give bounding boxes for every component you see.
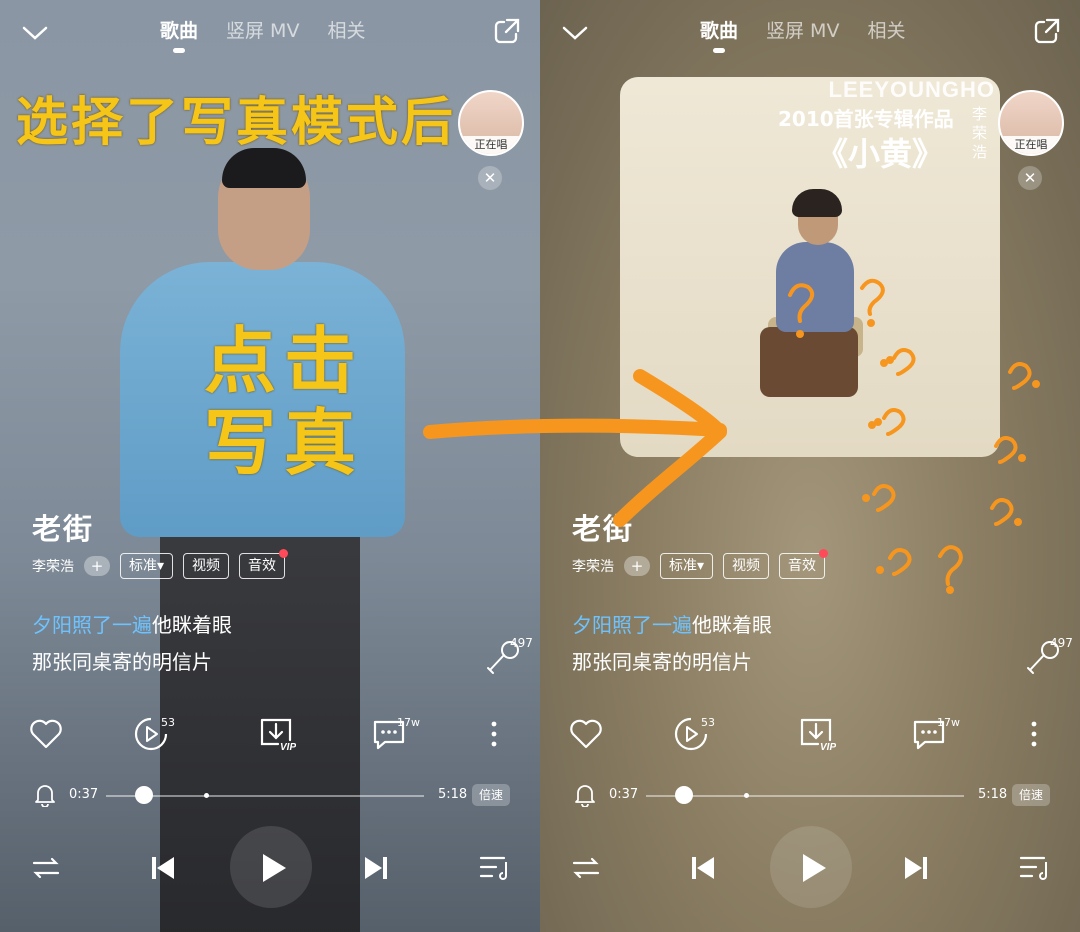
top-bar: 歌曲 竖屏 MV 相关 bbox=[0, 0, 540, 60]
share-icon[interactable] bbox=[1032, 16, 1062, 46]
lyric-next[interactable]: 那张同桌寄的明信片 bbox=[32, 646, 212, 675]
quality-button[interactable]: 标准▾ bbox=[120, 553, 174, 579]
follow-button[interactable]: + bbox=[84, 556, 110, 576]
singing-label: 正在唱 bbox=[460, 136, 522, 154]
heart-icon[interactable] bbox=[26, 714, 66, 754]
tab-vertical-mv[interactable]: 竖屏 MV bbox=[766, 16, 839, 43]
karaoke-count: 497 bbox=[510, 636, 533, 650]
artist-name[interactable]: 李荣浩 bbox=[32, 556, 74, 576]
time-total: 5:18 bbox=[438, 787, 468, 802]
lyric-current[interactable]: 夕阳照了一遍他眯着眼 bbox=[32, 609, 232, 638]
close-icon[interactable]: ✕ bbox=[1018, 166, 1042, 190]
action-row: 53 VIP 17w bbox=[0, 714, 540, 758]
play-icon[interactable] bbox=[792, 848, 832, 888]
annotation-question-marks bbox=[788, 278, 1040, 594]
more-icon[interactable] bbox=[1014, 714, 1054, 754]
top-bar: 歌曲 竖屏 MV 相关 bbox=[540, 0, 1080, 60]
song-title: 老街 bbox=[32, 512, 95, 546]
singing-avatar[interactable]: 正在唱 bbox=[458, 90, 524, 156]
album-figure bbox=[792, 189, 842, 217]
album-title: LEEYOUNGHO bbox=[828, 77, 995, 102]
effect-label: 音效 bbox=[248, 558, 277, 574]
progress-track[interactable] bbox=[106, 795, 424, 797]
lyric-unsung: 他眯着眼 bbox=[152, 613, 232, 637]
annotation-line: 点击 bbox=[204, 319, 365, 403]
speed-button[interactable]: 倍速 bbox=[1012, 784, 1050, 806]
tab-related[interactable]: 相关 bbox=[327, 16, 365, 43]
progress-track[interactable] bbox=[646, 795, 964, 797]
climax-marker bbox=[744, 793, 749, 798]
tab-vertical-mv[interactable]: 竖屏 MV bbox=[226, 16, 299, 43]
time-current: 0:37 bbox=[609, 787, 639, 802]
video-comment-count: 53 bbox=[701, 716, 715, 729]
next-icon[interactable] bbox=[356, 848, 396, 888]
action-row: 53 VIP 17w bbox=[540, 714, 1080, 758]
song-meta: 李荣浩 + 标准▾ 视频 音效 bbox=[32, 549, 289, 579]
speed-button[interactable]: 倍速 bbox=[472, 784, 510, 806]
playlist-icon[interactable] bbox=[1014, 848, 1054, 888]
annotation-line: 写真 bbox=[204, 401, 365, 485]
chevron-down-icon[interactable] bbox=[20, 18, 50, 48]
singing-avatar[interactable]: 正在唱 bbox=[998, 90, 1064, 156]
share-icon[interactable] bbox=[492, 16, 522, 46]
close-icon[interactable]: ✕ bbox=[478, 166, 502, 190]
more-icon[interactable] bbox=[474, 714, 514, 754]
climax-marker bbox=[204, 793, 209, 798]
shuffle-icon[interactable] bbox=[566, 848, 606, 888]
lyric-unsung: 他眯着眼 bbox=[692, 613, 772, 637]
album-name: 《小黄》 bbox=[816, 135, 945, 173]
tab-bar: 歌曲 竖屏 MV 相关 bbox=[160, 16, 365, 53]
bell-icon[interactable] bbox=[574, 783, 596, 807]
previous-icon[interactable] bbox=[683, 848, 723, 888]
notification-dot bbox=[279, 549, 289, 558]
download-vip-icon[interactable]: VIP bbox=[256, 714, 296, 754]
shuffle-icon[interactable] bbox=[26, 848, 66, 888]
playlist-icon[interactable] bbox=[474, 848, 514, 888]
tab-song[interactable]: 歌曲 bbox=[700, 16, 738, 53]
video-button[interactable]: 视频 bbox=[183, 553, 230, 579]
annotation-click-photo: 点击 写真 bbox=[204, 320, 384, 484]
tab-bar: 歌曲 竖屏 MV 相关 bbox=[700, 16, 905, 53]
svg-text:VIP: VIP bbox=[280, 742, 296, 753]
progress-handle[interactable] bbox=[135, 786, 154, 804]
album-subtitle: 2010首张专辑作品 bbox=[778, 107, 954, 131]
karaoke-count: 497 bbox=[1050, 636, 1073, 650]
video-comment-count: 53 bbox=[161, 716, 175, 729]
effect-button[interactable]: 音效 bbox=[239, 549, 289, 579]
album-artist: 李荣浩 bbox=[972, 105, 988, 161]
play-icon[interactable] bbox=[252, 848, 292, 888]
tab-related[interactable]: 相关 bbox=[867, 16, 905, 43]
comment-count: 17w bbox=[937, 716, 960, 729]
progress-handle[interactable] bbox=[675, 786, 694, 804]
singing-label: 正在唱 bbox=[1000, 136, 1062, 154]
time-total: 5:18 bbox=[978, 787, 1008, 802]
svg-text:VIP: VIP bbox=[820, 742, 836, 753]
annotation-mode-note: 选择了写真模式后 bbox=[16, 93, 457, 153]
lyric-sung: 夕阳照了一遍 bbox=[32, 613, 152, 637]
lyric-current[interactable]: 夕阳照了一遍他眯着眼 bbox=[572, 609, 772, 638]
comment-count: 17w bbox=[397, 716, 420, 729]
time-current: 0:37 bbox=[69, 787, 99, 802]
tab-song[interactable]: 歌曲 bbox=[160, 16, 198, 53]
lyric-sung: 夕阳照了一遍 bbox=[572, 613, 692, 637]
chevron-down-icon[interactable] bbox=[560, 18, 590, 48]
previous-icon[interactable] bbox=[143, 848, 183, 888]
download-vip-icon[interactable]: VIP bbox=[796, 714, 836, 754]
bell-icon[interactable] bbox=[34, 783, 56, 807]
lyric-next[interactable]: 那张同桌寄的明信片 bbox=[572, 646, 752, 675]
heart-icon[interactable] bbox=[566, 714, 606, 754]
next-icon[interactable] bbox=[896, 848, 936, 888]
